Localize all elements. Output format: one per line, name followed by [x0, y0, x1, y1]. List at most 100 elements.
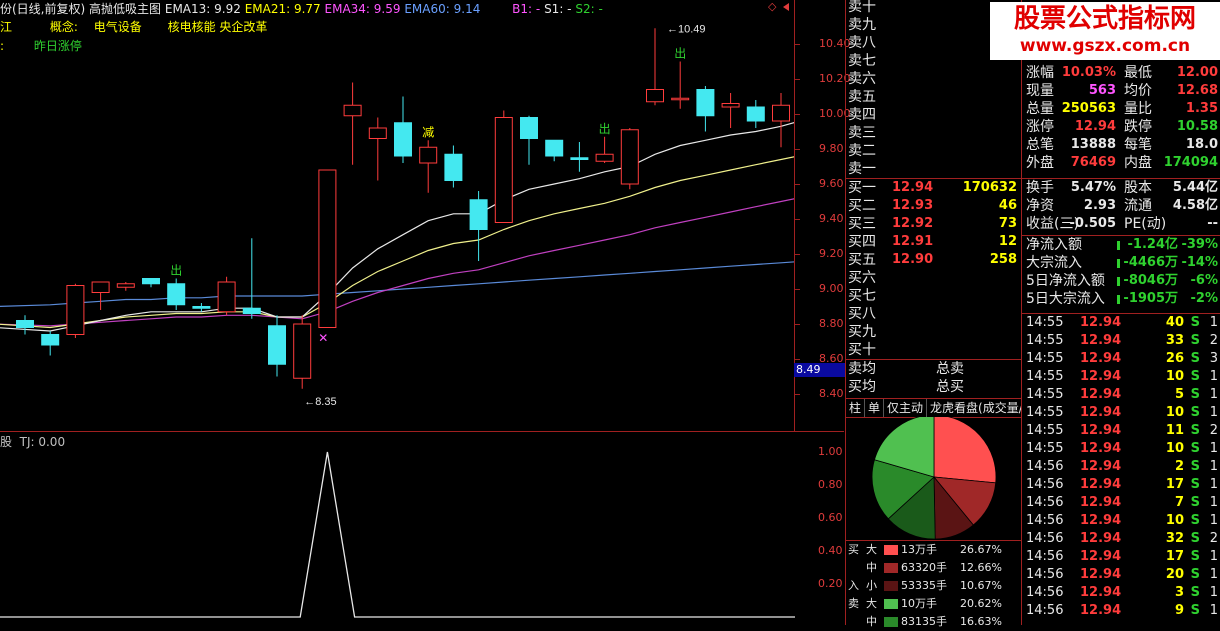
fund-row-label: 净资 — [1026, 198, 1054, 214]
legend-swatch — [884, 617, 898, 627]
candle[interactable] — [772, 93, 790, 148]
buy-price: 12.94 — [892, 180, 934, 195]
candle[interactable] — [721, 93, 740, 128]
trade-row[interactable]: 14:55 12.94 33 S 2 — [1024, 332, 1220, 350]
candle[interactable] — [242, 238, 261, 319]
candlestick-chart[interactable]: ←10.49←8.35出减 出出✕ — [0, 0, 795, 430]
candle[interactable] — [671, 61, 690, 109]
flow-amount: -1905万 — [1123, 291, 1178, 306]
legend-row: 中 83135手 16.63% — [846, 613, 1024, 631]
quote-row-value: 76469 — [1070, 155, 1116, 170]
legend-swatch — [884, 563, 898, 573]
candle[interactable] — [167, 278, 186, 311]
candle[interactable] — [494, 110, 513, 223]
candle[interactable] — [444, 145, 463, 188]
trade-row[interactable]: 14:55 12.94 10 S 1 — [1024, 440, 1220, 458]
trade-price: 12.94 — [1080, 477, 1122, 492]
quote-row-value-2: 174094 — [1163, 155, 1218, 170]
legend-swatch — [884, 581, 898, 591]
candle[interactable] — [343, 82, 362, 165]
trade-row[interactable]: 14:55 12.94 10 S 1 — [1024, 368, 1220, 386]
trade-price: 12.94 — [1080, 369, 1122, 384]
trade-row[interactable]: 14:56 12.94 32 S 2 — [1024, 530, 1220, 548]
trade-row[interactable]: 14:56 12.94 20 S 1 — [1024, 566, 1220, 584]
candle-body — [293, 323, 312, 379]
trade-row[interactable]: 14:56 12.94 17 S 1 — [1024, 548, 1220, 566]
trade-row[interactable]: 14:56 12.94 9 S 1 — [1024, 602, 1220, 620]
candle[interactable] — [66, 283, 85, 338]
panel-tab[interactable]: 龙虎看盘(成交量/ — [927, 399, 1022, 417]
candle[interactable] — [142, 278, 160, 288]
candle-body — [570, 157, 589, 160]
panel-tab[interactable]: 仅主动 — [884, 399, 928, 417]
candle[interactable] — [318, 169, 337, 328]
trade-row[interactable]: 14:55 12.94 26 S 3 — [1024, 350, 1220, 368]
trade-row[interactable]: 14:55 12.94 11 S 2 — [1024, 422, 1220, 440]
trade-row[interactable]: 14:56 12.94 3 S 1 — [1024, 584, 1220, 602]
candle[interactable] — [368, 117, 387, 181]
trade-row[interactable]: 14:55 12.94 40 S 1 — [1024, 314, 1220, 332]
candle[interactable] — [268, 315, 286, 377]
panel-tab[interactable]: 柱 — [846, 399, 866, 417]
candle[interactable] — [41, 331, 60, 356]
candle[interactable] — [520, 115, 538, 165]
candle[interactable] — [469, 191, 488, 261]
candle-body — [595, 153, 614, 162]
candle[interactable] — [217, 276, 236, 316]
trade-row[interactable]: 14:56 12.94 17 S 1 — [1024, 476, 1220, 494]
candle[interactable] — [91, 281, 110, 310]
legend-side: 入 — [848, 579, 859, 592]
buy-book: 买一 12.94 170632 买二 12.93 46 买三 12.92 73 买四 12.91 12… — [848, 179, 1021, 359]
avg-sell-label: 卖均 — [848, 361, 876, 377]
trade-row[interactable]: 14:56 12.94 7 S 1 — [1024, 494, 1220, 512]
sell-level: 卖三 — [848, 124, 1021, 142]
flow-row: 5日净流入额 -8046万 -6% — [1024, 272, 1220, 290]
trade-row[interactable]: 14:56 12.94 10 S 1 — [1024, 512, 1220, 530]
trade-count: 1 — [1209, 549, 1218, 564]
quote-row: 涨停 12.94 跌停 10.58 — [1024, 118, 1220, 136]
buy-level: 买十 — [848, 341, 1021, 359]
candle[interactable] — [545, 139, 564, 162]
quote-row-label-2: 量比 — [1124, 101, 1152, 117]
candle-body — [545, 139, 564, 157]
candle[interactable] — [570, 142, 589, 172]
candle[interactable] — [419, 140, 438, 193]
buy-level-label: 买七 — [848, 288, 876, 304]
trade-price: 12.94 — [1080, 351, 1122, 366]
trade-row[interactable]: 14:55 12.94 5 S 1 — [1024, 386, 1220, 404]
candle[interactable] — [394, 96, 412, 164]
sell-level-label: 卖五 — [848, 89, 876, 105]
watermark-url: www.gszx.com.cn — [1019, 36, 1191, 56]
candle[interactable] — [646, 28, 664, 106]
flow-percent: -2% — [1190, 291, 1218, 306]
candle[interactable] — [620, 128, 639, 190]
legend-swatch — [884, 545, 898, 555]
sub-indicator-chart[interactable] — [0, 432, 795, 625]
quote-row-label-2: 跌停 — [1124, 119, 1152, 135]
trade-count: 1 — [1209, 369, 1218, 384]
trade-volume: 9 — [1174, 603, 1184, 618]
tick-trades[interactable]: 14:55 12.94 40 S 1 14:55 12.94 33 S 2 14:55 12.94 26… — [1024, 314, 1220, 620]
flow-label: 5日大宗流入 — [1026, 291, 1105, 307]
candle-body — [494, 117, 513, 223]
trade-volume: 17 — [1165, 477, 1184, 492]
candle[interactable] — [595, 136, 614, 163]
panel-tab[interactable]: 单 — [865, 399, 885, 417]
trade-volume: 5 — [1174, 387, 1184, 402]
panel-tabs: 柱单仅主动 龙虎看盘(成交量/ — [846, 398, 1022, 418]
candle[interactable] — [293, 315, 312, 389]
trade-row[interactable]: 14:55 12.94 10 S 1 — [1024, 404, 1220, 422]
trade-time: 14:56 — [1026, 585, 1064, 600]
trade-row[interactable]: 14:56 12.94 2 S 1 — [1024, 458, 1220, 476]
candle[interactable] — [16, 315, 34, 335]
order-flow-pie[interactable] — [846, 417, 1022, 541]
price-tick — [795, 324, 800, 325]
candle[interactable] — [746, 100, 765, 128]
trade-side: S — [1190, 531, 1200, 546]
legend-size: 大 — [866, 543, 877, 556]
trade-time: 14:55 — [1026, 351, 1064, 366]
trade-time: 14:55 — [1026, 405, 1064, 420]
quote-row-value: 250563 — [1061, 101, 1116, 116]
candle[interactable] — [696, 86, 715, 132]
candle[interactable] — [116, 282, 135, 291]
